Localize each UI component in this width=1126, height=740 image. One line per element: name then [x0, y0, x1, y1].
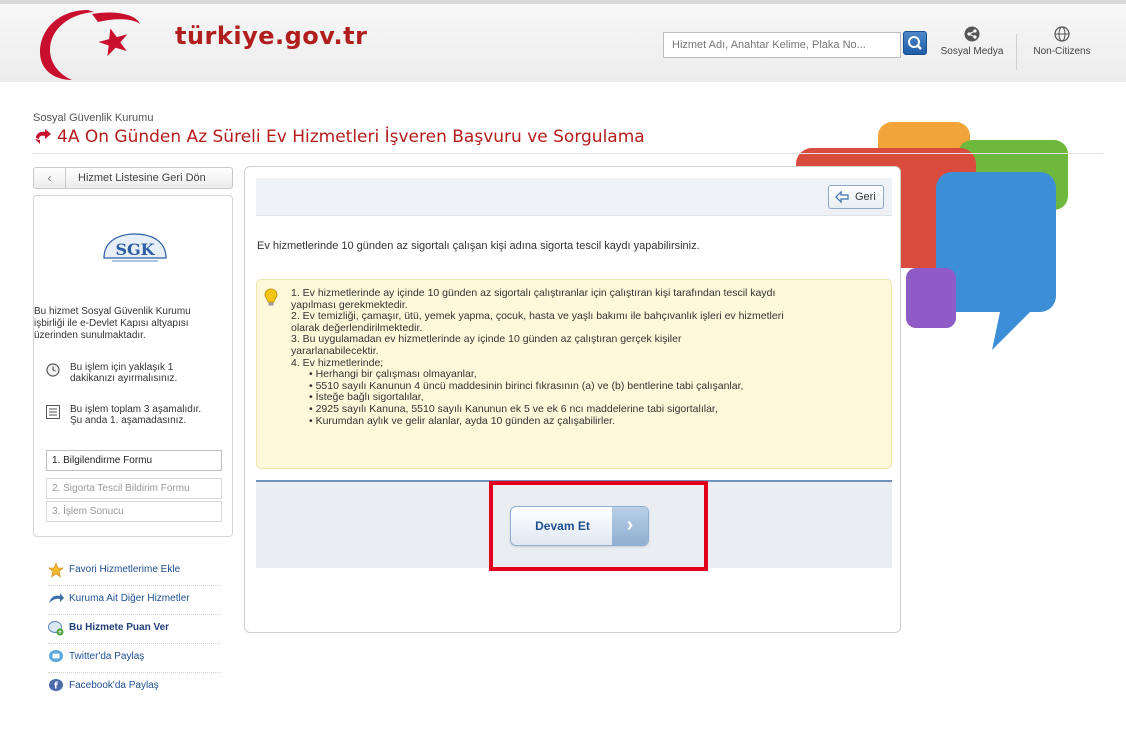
step-1: 1. Bilgilendirme Formu — [46, 450, 222, 471]
intro-text: Ev hizmetlerinde 10 günden az sigortalı … — [257, 240, 700, 252]
non-citizens-button[interactable]: Non-Citizens — [1022, 26, 1102, 57]
note-line: 1. Ev hizmetlerinde ay içinde 10 günden … — [291, 287, 776, 299]
back-to-list-button[interactable]: ‹ Hizmet Listesine Geri Dön — [33, 167, 233, 189]
note-subitem: • Kurumdan aylık ve gelir alanlar, ayda … — [309, 414, 616, 427]
non-citizens-label: Non-Citizens — [1033, 46, 1091, 57]
sgk-logo-text: SGK — [115, 240, 155, 259]
chevron-left-icon: ‹ — [34, 168, 66, 188]
arrow-icon — [49, 593, 64, 603]
info-note: 1. Ev hizmetlerinde ay içinde 10 günden … — [256, 279, 892, 469]
toolbar: Geri — [256, 178, 892, 216]
note-line: yararlanabilecektir. — [291, 344, 379, 357]
search-input[interactable]: Hizmet Adı, Anahtar Kelime, Plaka No... — [663, 32, 901, 58]
service-info-panel: SGK Bu hizmet Sosyal Güvenlik Kurumu işb… — [33, 195, 233, 537]
site-header: türkiye.gov.tr Hizmet Adı, Anahtar Kelim… — [0, 0, 1126, 82]
social-media-button[interactable]: Sosyal Medya — [932, 26, 1012, 57]
title-divider — [33, 153, 1103, 154]
logo-text: türkiye.gov.tr — [175, 22, 368, 50]
other-services-link[interactable]: Kuruma Ait Diğer Hizmetler — [48, 587, 220, 615]
crescent-star-icon — [40, 10, 140, 80]
svg-text:f: f — [54, 682, 58, 692]
note-line: 3. Bu uygulamadan ev hizmetlerinde ay iç… — [291, 333, 682, 346]
page-title: 4A On Günden Az Süreli Ev Hizmetleri İşv… — [33, 127, 645, 147]
svg-text:+: + — [57, 629, 62, 636]
add-favorites-link[interactable]: Favori Hizmetlerime Ekle — [48, 558, 220, 586]
list-icon — [46, 405, 60, 419]
social-media-label: Sosyal Medya — [940, 46, 1004, 57]
search-icon — [908, 36, 922, 50]
back-button-label: Geri — [855, 191, 876, 203]
duration-info: Bu işlem için yaklaşık 1 dakikanızı ayır… — [46, 362, 228, 384]
duration-line-1: Bu işlem için yaklaşık 1 — [70, 362, 174, 373]
note-subitem: • 2925 sayılı Kanuna, 5510 sayılı Kanunu… — [309, 402, 718, 415]
refresh-arrow-icon — [35, 129, 51, 144]
desc-line-2: işbirliği ile e-Devlet Kapısı altyapısı — [34, 318, 189, 329]
duration-line-2: dakikanızı ayırmalısınız. — [70, 373, 178, 384]
twitter-icon — [49, 650, 63, 662]
header-divider — [1016, 34, 1017, 70]
clock-icon — [46, 363, 60, 377]
twitter-share-link[interactable]: Twitter'da Paylaş — [48, 645, 220, 673]
desc-line-1: Bu hizmet Sosyal Güvenlik Kurumu — [34, 306, 191, 317]
share-icon — [964, 26, 980, 42]
back-arrow-icon — [835, 190, 849, 204]
desc-line-3: üzerinden sunulmaktadır. — [34, 330, 146, 341]
steps-line-2: Şu anda 1. aşamadasınız. — [70, 415, 187, 426]
step-3: 3. İşlem Sonucu — [46, 501, 222, 522]
breadcrumb[interactable]: Sosyal Güvenlik Kurumu — [33, 112, 153, 124]
step-2: 2. Sigorta Tescil Bildirim Formu — [46, 478, 222, 499]
highlight-box — [489, 481, 708, 571]
steps-line-1: Bu işlem toplam 3 aşamalıdır. — [70, 404, 202, 415]
page-title-text: 4A On Günden Az Süreli Ev Hizmetleri İşv… — [57, 127, 645, 147]
star-icon — [48, 562, 64, 578]
site-logo[interactable]: türkiye.gov.tr — [36, 4, 368, 84]
back-button[interactable]: Geri — [828, 185, 884, 209]
globe-icon — [1054, 26, 1070, 42]
rate-service-link[interactable]: + Bu Hizmete Puan Ver — [48, 616, 220, 644]
info-note-text: 1. Ev hizmetlerinde ay içinde 10 günden … — [291, 287, 891, 427]
facebook-share-link[interactable]: f Facebook'da Paylaş — [48, 674, 220, 702]
search-button[interactable] — [903, 31, 927, 55]
facebook-icon: f — [49, 679, 63, 692]
lightbulb-icon — [264, 288, 278, 306]
back-to-list-label: Hizmet Listesine Geri Dön — [78, 172, 206, 184]
note-subitem: • Herhangi bir çalışması olmayanlar, — [309, 368, 477, 381]
sgk-logo: SGK — [103, 233, 167, 262]
steps-info: Bu işlem toplam 3 aşamalıdır. Şu anda 1.… — [46, 404, 228, 426]
rate-bubble-icon: + — [48, 621, 64, 636]
